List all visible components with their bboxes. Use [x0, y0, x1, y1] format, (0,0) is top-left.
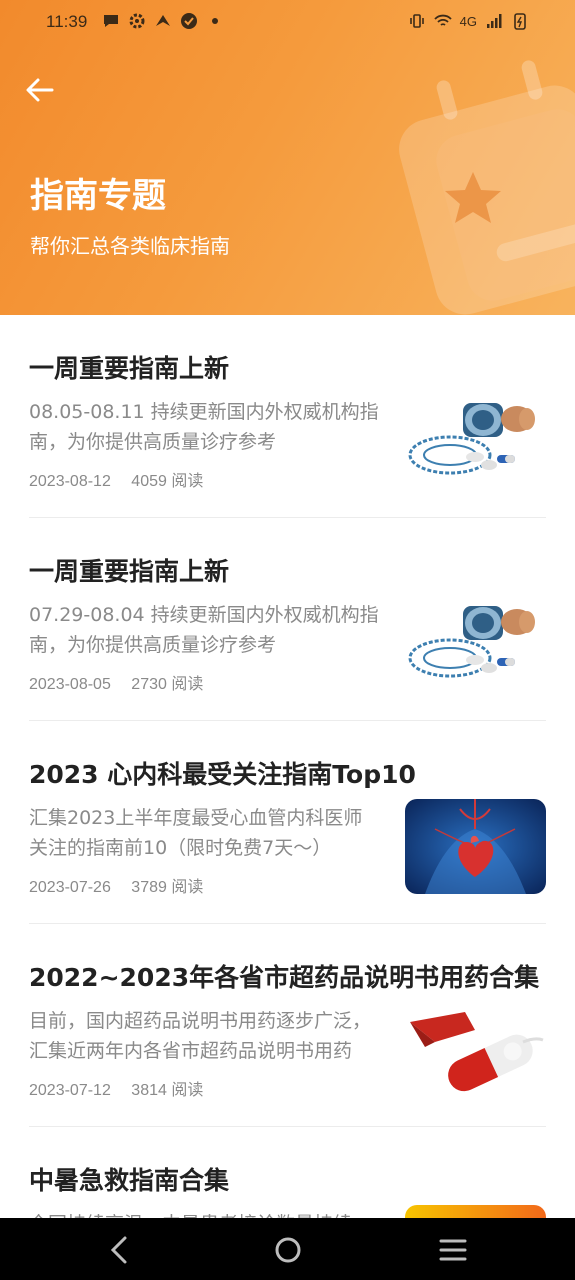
dot-icon [212, 18, 218, 24]
item-description: 07.29-08.04 持续更新国内外权威机构指南，为你提供高质量诊疗参考 [29, 604, 379, 656]
item-title: 2023 心内科最受关注指南Top10 [29, 760, 416, 789]
chat-icon [104, 15, 118, 27]
wifi-icon [434, 14, 452, 26]
item-title: 2022~2023年各省市超药品说明书用药合集 [29, 963, 540, 992]
heart-anatomy-thumbnail [405, 799, 546, 894]
item-date: 2023-08-05 [29, 676, 111, 693]
page-subtitle: 帮你汇总各类临床指南 [30, 234, 230, 258]
guide-list[interactable]: 一周重要指南上新 08.05-08.11 持续更新国内外权威机构指南，为你提供高… [0, 315, 575, 1218]
heat-sun-thumbnail [405, 1205, 546, 1218]
status-bar: 11:39 4G [0, 0, 575, 48]
stamp-pills-thumbnail [405, 596, 546, 691]
nav-menu-icon[interactable] [433, 1230, 473, 1270]
item-date: 2023-08-12 [29, 473, 111, 490]
item-title: 一周重要指南上新 [29, 354, 230, 383]
guide-list-item[interactable]: 一周重要指南上新 08.05-08.11 持续更新国内外权威机构指南，为你提供高… [29, 315, 546, 518]
bird-icon [156, 15, 170, 26]
system-nav-bar [0, 1218, 575, 1280]
guide-list-item[interactable]: 一周重要指南上新 07.29-08.04 持续更新国内外权威机构指南，为你提供高… [29, 518, 546, 721]
item-date: 2023-07-12 [29, 1082, 111, 1099]
signal-icon [487, 14, 502, 28]
vibrate-icon [409, 14, 424, 28]
item-reads: 3814 阅读 [131, 1082, 204, 1099]
item-description: 汇集2023上半年度最受心血管内科医师关注的指南前10（限时免费7天～） [29, 807, 363, 859]
item-meta: 2023-08-05 2730 阅读 [29, 670, 219, 694]
calendar-star-decoration-icon [399, 60, 575, 315]
battery-icon [514, 13, 526, 30]
gear-icon [129, 13, 145, 29]
item-title: 一周重要指南上新 [29, 557, 230, 586]
flying-capsule-thumbnail [405, 1002, 546, 1097]
check-circle-icon [181, 13, 197, 29]
nav-back-icon[interactable] [100, 1230, 140, 1270]
item-meta: 2023-08-12 4059 阅读 [29, 467, 219, 491]
stamp-pills-thumbnail [405, 393, 546, 488]
item-description: 08.05-08.11 持续更新国内外权威机构指南，为你提供高质量诊疗参考 [29, 401, 379, 453]
guide-list-item[interactable]: 2022~2023年各省市超药品说明书用药合集 目前，国内超药品说明书用药逐步广… [29, 924, 546, 1127]
guide-list-item[interactable]: 2023 心内科最受关注指南Top10 汇集2023上半年度最受心血管内科医师关… [29, 721, 546, 924]
item-meta: 2023-07-26 3789 阅读 [29, 873, 219, 897]
item-description: 目前，国内超药品说明书用药逐步广泛，汇集近两年内各省市超药品说明书用药 [29, 1010, 372, 1062]
item-reads: 2730 阅读 [131, 676, 204, 693]
back-arrow-icon[interactable] [22, 72, 58, 108]
page-title: 指南专题 [30, 176, 166, 216]
item-title: 中暑急救指南合集 [29, 1166, 230, 1195]
nav-home-icon[interactable] [268, 1230, 308, 1270]
item-meta: 2023-07-12 3814 阅读 [29, 1076, 219, 1100]
item-date: 2023-07-26 [29, 879, 111, 896]
network-type: 4G [459, 13, 477, 29]
item-description: 全国持续高温，中暑患者接诊数量持续 [29, 1209, 379, 1218]
header-banner: 11:39 4G 指南专题 帮你汇总各类临床指南 [0, 0, 575, 315]
guide-list-item[interactable]: 中暑急救指南合集 全国持续高温，中暑患者接诊数量持续 [29, 1127, 546, 1218]
status-time: 11:39 [46, 12, 88, 31]
item-reads: 4059 阅读 [131, 473, 204, 490]
item-reads: 3789 阅读 [131, 879, 204, 896]
